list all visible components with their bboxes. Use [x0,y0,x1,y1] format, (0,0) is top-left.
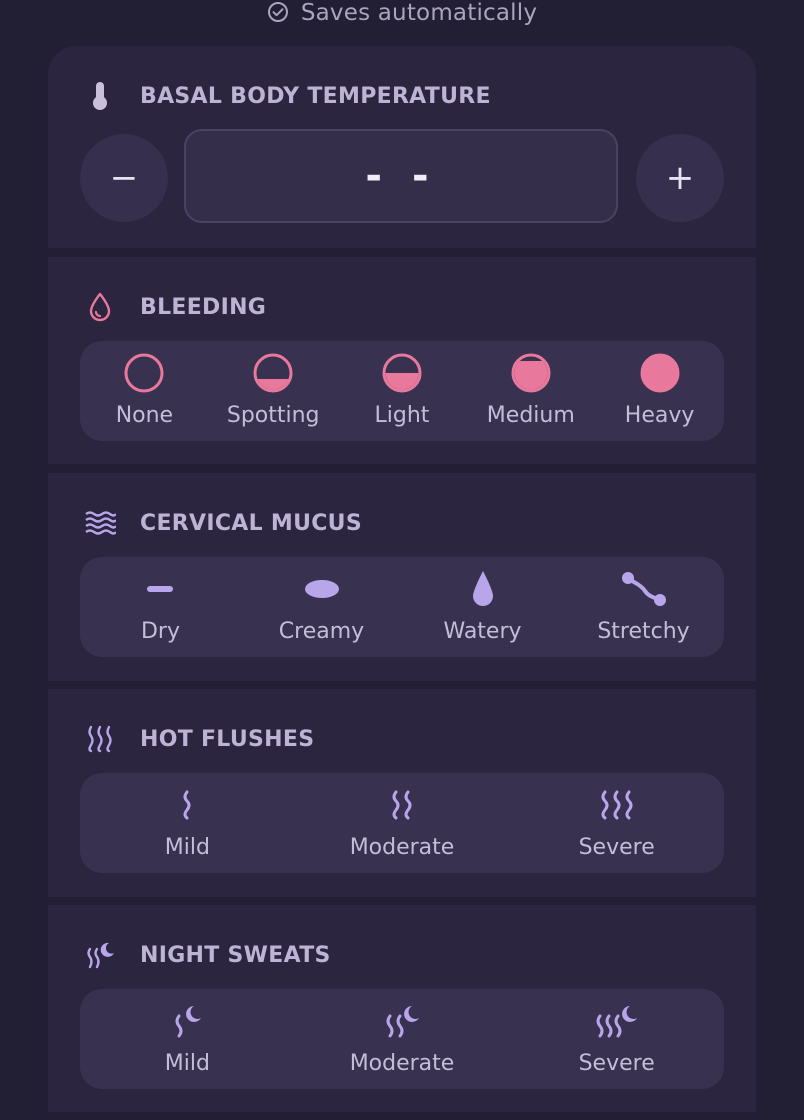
hot-flushes-title: HOT FLUSHES [140,726,315,752]
hot-flushes-header: HOT FLUSHES [84,723,314,755]
heat-moon-icon [84,939,116,971]
bleeding-option-label: Light [374,403,430,428]
check-circle-icon [267,1,289,23]
mucus-option-label: Stretchy [597,619,690,644]
bleeding-option-label: Medium [486,403,575,428]
night-sweats-card: NIGHT SWEATS Mild Moderate Severe [48,905,756,1112]
bleeding-header: BLEEDING [84,291,266,323]
mucus-option-creamy[interactable]: Creamy [241,557,402,657]
heat-3-icon [599,785,635,825]
bleeding-options: None Spotting Light Medium Heavy [80,341,724,441]
night-sweats-title: NIGHT SWEATS [140,942,331,968]
flushes-option-moderate[interactable]: Moderate [295,773,510,873]
night-sweats-header: NIGHT SWEATS [84,939,331,971]
sweats-option-label: Severe [578,1051,655,1076]
bleeding-option-none[interactable]: None [80,341,209,441]
cervical-mucus-header: CERVICAL MUCUS [84,507,362,539]
sweats-option-mild[interactable]: Mild [80,989,295,1089]
bleeding-option-light[interactable]: Light [338,341,467,441]
temperature-title: BASAL BODY TEMPERATURE [140,83,491,109]
dash-icon [146,569,175,609]
bleeding-option-label: Heavy [624,403,695,428]
heat-2-icon [390,785,414,825]
flushes-option-severe[interactable]: Severe [509,773,724,873]
flushes-option-label: Severe [578,835,655,860]
save-status: Saves automatically [0,0,804,26]
bleeding-option-label: None [115,403,174,428]
temperature-header: BASAL BODY TEMPERATURE [84,80,491,112]
cervical-mucus-title: CERVICAL MUCUS [140,510,362,536]
mucus-option-watery[interactable]: Watery [402,557,563,657]
bleeding-option-heavy[interactable]: Heavy [595,341,724,441]
temperature-input[interactable]: - - [184,129,618,223]
sweats-option-severe[interactable]: Severe [509,989,724,1089]
sweat-3-icon [595,1001,639,1041]
mucus-option-label: Creamy [278,619,365,644]
thermometer-icon [84,80,116,112]
bleeding-card: BLEEDING None Spotting Light Medium Heav… [48,257,756,464]
circle-empty-icon [123,353,165,393]
drop-icon [84,291,116,323]
sweats-option-label: Mild [164,1051,210,1076]
waves-icon [84,507,116,539]
night-sweats-options: Mild Moderate Severe [80,989,724,1089]
mucus-option-label: Dry [140,619,180,644]
hot-flushes-options: Mild Moderate Severe [80,773,724,873]
circle-quarter-icon [252,353,294,393]
temperature-card: BASAL BODY TEMPERATURE − - - + [48,46,756,248]
flushes-option-mild[interactable]: Mild [80,773,295,873]
heat-waves-icon [84,723,116,755]
circle-mostly-icon [510,353,552,393]
flushes-option-label: Mild [164,835,210,860]
sweats-option-moderate[interactable]: Moderate [295,989,510,1089]
droplet-icon [470,569,496,609]
sweat-1-icon [172,1001,202,1041]
mucus-option-dry[interactable]: Dry [80,557,241,657]
stretch-icon [621,569,667,609]
increase-temperature-button[interactable]: + [636,134,724,222]
bleeding-option-medium[interactable]: Medium [466,341,595,441]
sweats-option-label: Moderate [349,1051,455,1076]
circle-half-icon [381,353,423,393]
save-status-text: Saves automatically [300,0,538,26]
oval-icon [303,569,341,609]
cervical-mucus-card: CERVICAL MUCUS Dry Creamy Watery Stretch… [48,473,756,681]
bleeding-title: BLEEDING [140,294,267,320]
flushes-option-label: Moderate [349,835,455,860]
heat-1-icon [181,785,193,825]
bleeding-option-label: Spotting [226,403,320,428]
decrease-temperature-button[interactable]: − [80,134,168,222]
sweat-2-icon [384,1001,420,1041]
mucus-option-stretchy[interactable]: Stretchy [563,557,724,657]
mucus-option-label: Watery [443,619,522,644]
circle-full-icon [639,353,681,393]
cervical-mucus-options: Dry Creamy Watery Stretchy [80,557,724,657]
bleeding-option-spotting[interactable]: Spotting [209,341,338,441]
hot-flushes-card: HOT FLUSHES Mild Moderate Severe [48,689,756,897]
